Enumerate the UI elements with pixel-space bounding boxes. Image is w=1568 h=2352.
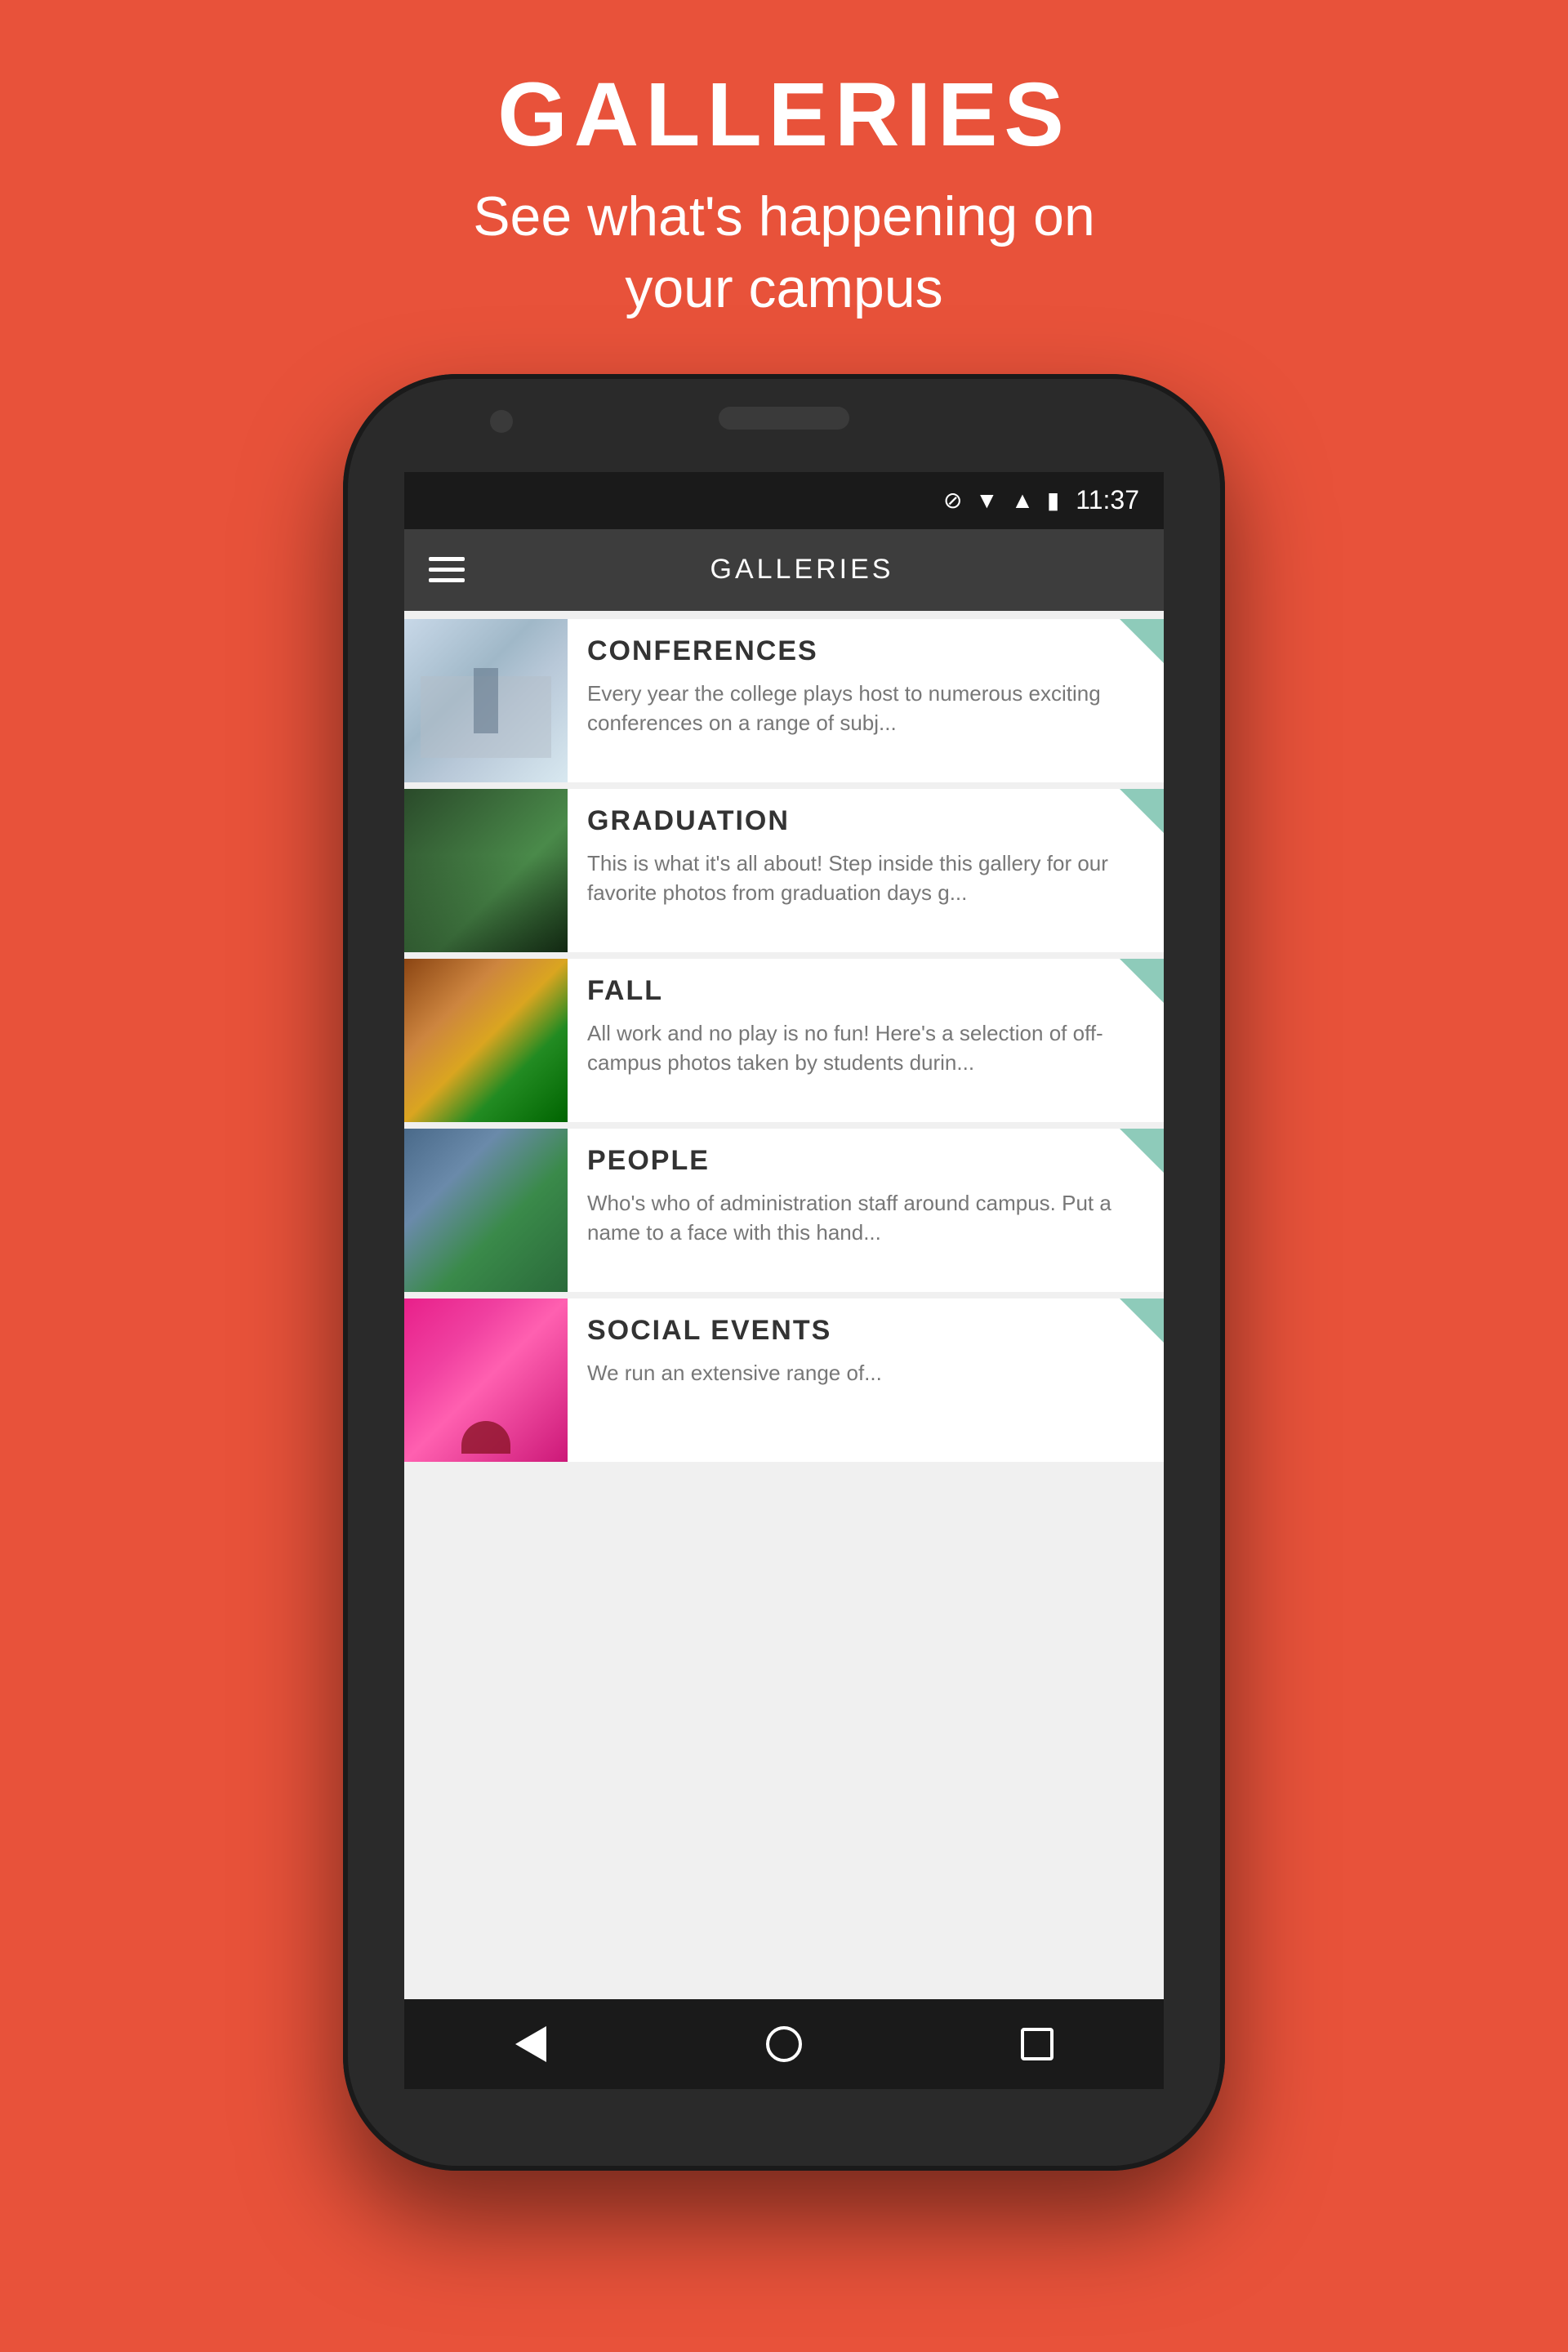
social-image (404, 1298, 568, 1462)
hamburger-line-1 (429, 557, 465, 561)
corner-tag (1120, 1129, 1164, 1173)
people-title: PEOPLE (587, 1145, 1139, 1177)
fall-title: FALL (587, 975, 1139, 1007)
graduation-title: GRADUATION (587, 805, 1139, 837)
corner-tag (1120, 959, 1164, 1003)
battery-icon: ▮ (1047, 487, 1059, 514)
phone-top-bar (343, 374, 1225, 472)
page-subtitle: See what's happening onyour campus (473, 180, 1095, 325)
fall-content: FALL All work and no play is no fun! Her… (568, 959, 1164, 1122)
status-icons: ⊘ ▼ ▲ ▮ (943, 487, 1059, 514)
toolbar-title: GALLERIES (465, 554, 1139, 586)
corner-tag (1120, 1298, 1164, 1343)
recent-apps-button[interactable] (1004, 2011, 1070, 2077)
conferences-title: CONFERENCES (587, 635, 1139, 667)
app-toolbar: GALLERIES (404, 529, 1164, 611)
app-screen: GALLERIES CONFERENCES Every year the col… (404, 529, 1164, 2089)
graduation-image (404, 789, 568, 952)
no-sim-icon: ⊘ (943, 487, 962, 514)
list-item[interactable]: FALL All work and no play is no fun! Her… (404, 959, 1164, 1122)
fall-image (404, 959, 568, 1122)
wifi-icon: ▼ (975, 488, 998, 514)
phone-shell: ⊘ ▼ ▲ ▮ 11:37 GALLERIES CONFERENCES (343, 374, 1225, 2171)
list-item[interactable]: GRADUATION This is what it's all about! … (404, 789, 1164, 952)
recent-apps-icon (1021, 2028, 1054, 2060)
home-button[interactable] (751, 2011, 817, 2077)
list-item[interactable]: SOCIAL EVENTS We run an extensive range … (404, 1298, 1164, 1462)
hamburger-button[interactable] (429, 557, 465, 582)
home-icon (766, 2026, 802, 2062)
graduation-content: GRADUATION This is what it's all about! … (568, 789, 1164, 952)
phone-speaker (719, 407, 849, 430)
page-header: GALLERIES See what's happening onyour ca… (473, 65, 1095, 325)
people-image (404, 1129, 568, 1292)
fall-desc: All work and no play is no fun! Here's a… (587, 1018, 1139, 1078)
hamburger-line-3 (429, 578, 465, 582)
conferences-desc: Every year the college plays host to num… (587, 679, 1139, 738)
phone-camera (490, 410, 513, 433)
list-item[interactable]: CONFERENCES Every year the college plays… (404, 619, 1164, 782)
social-desc: We run an extensive range of... (587, 1358, 1139, 1388)
hamburger-line-2 (429, 568, 465, 572)
conferences-image (404, 619, 568, 782)
gallery-list: CONFERENCES Every year the college plays… (404, 611, 1164, 1999)
people-content: PEOPLE Who's who of administration staff… (568, 1129, 1164, 1292)
page-title: GALLERIES (473, 65, 1095, 164)
signal-icon: ▲ (1011, 488, 1034, 514)
corner-tag (1120, 789, 1164, 833)
status-time: 11:37 (1076, 485, 1139, 515)
conferences-content: CONFERENCES Every year the college plays… (568, 619, 1164, 782)
phone-nav-bar (404, 1999, 1164, 2089)
list-item[interactable]: PEOPLE Who's who of administration staff… (404, 1129, 1164, 1292)
people-desc: Who's who of administration staff around… (587, 1188, 1139, 1248)
back-button[interactable] (498, 2011, 564, 2077)
social-content: SOCIAL EVENTS We run an extensive range … (568, 1298, 1164, 1462)
back-icon (515, 2026, 546, 2062)
corner-tag (1120, 619, 1164, 663)
graduation-desc: This is what it's all about! Step inside… (587, 849, 1139, 908)
social-title: SOCIAL EVENTS (587, 1315, 1139, 1347)
status-bar: ⊘ ▼ ▲ ▮ 11:37 (404, 472, 1164, 529)
